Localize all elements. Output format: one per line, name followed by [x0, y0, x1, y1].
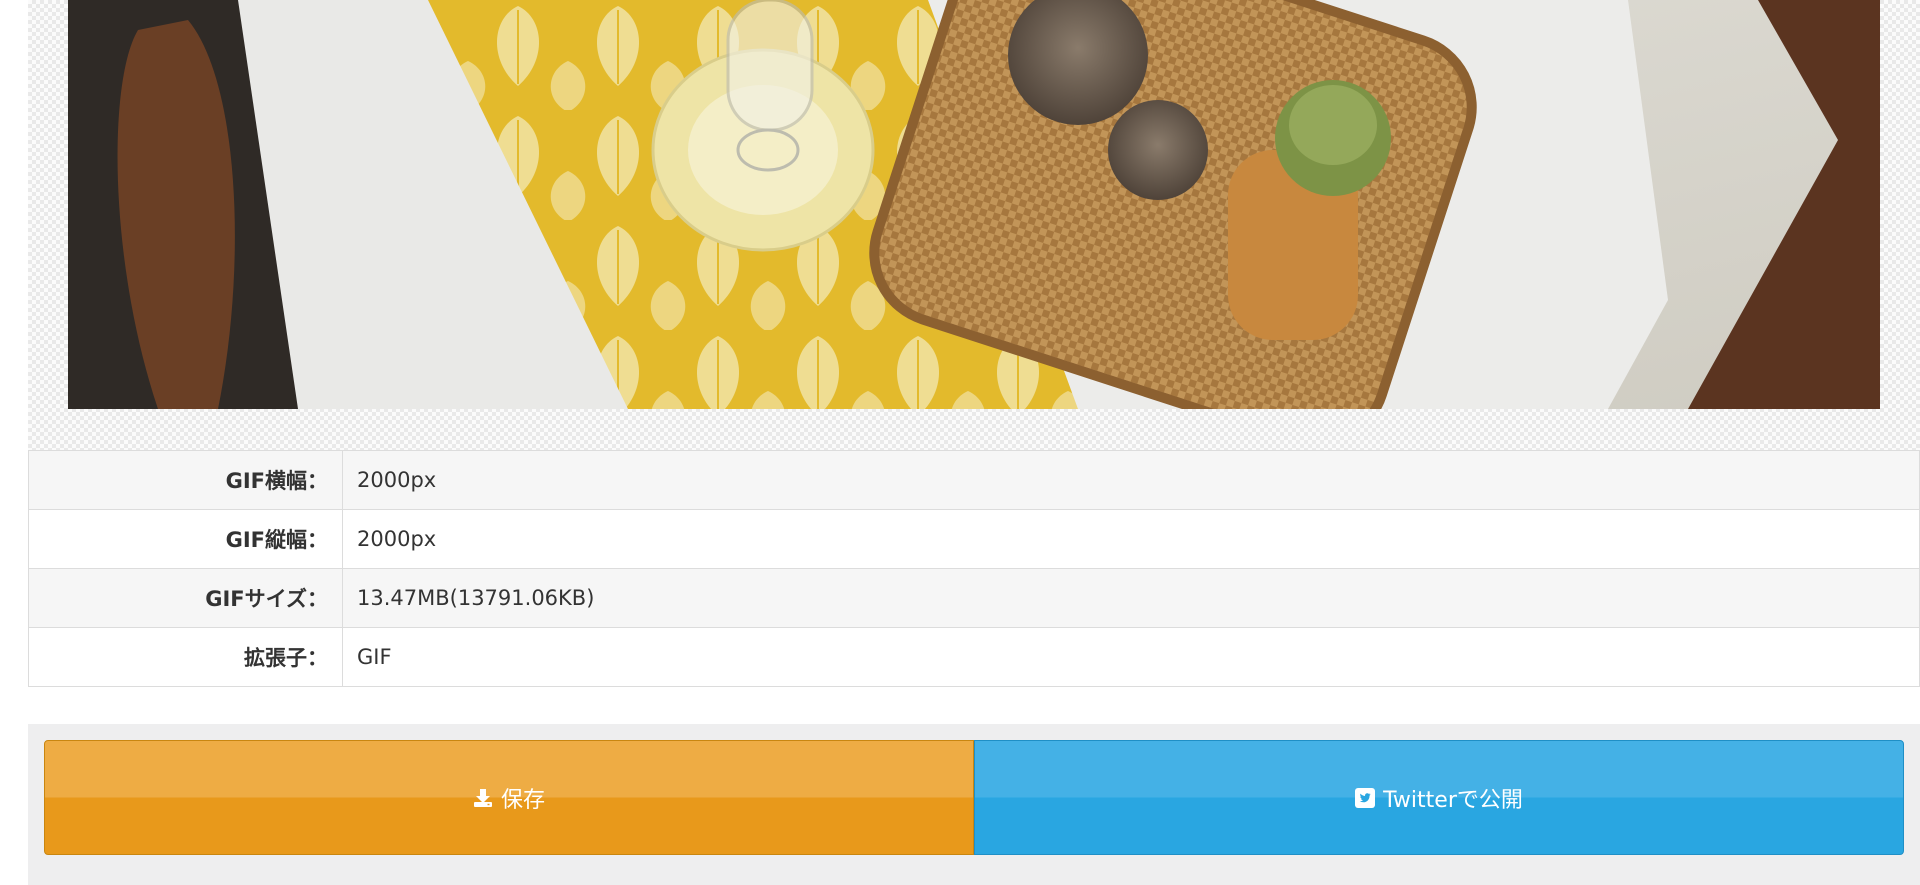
- save-button-label: 保存: [500, 787, 545, 813]
- table-row: GIF横幅： 2000px: [28, 450, 1920, 510]
- action-panel: 保存 Twitterで公開: [28, 724, 1920, 885]
- gif-height-label: GIF縦幅：: [28, 509, 343, 569]
- extension-value: GIF: [342, 627, 1920, 687]
- twitter-button-label: Twitterで公開: [1383, 787, 1523, 813]
- gif-height-value: 2000px: [342, 509, 1920, 569]
- table-row: GIFサイズ： 13.47MB(13791.06KB): [28, 568, 1920, 628]
- gif-info-table: GIF横幅： 2000px GIF縦幅： 2000px GIFサイズ： 13.4…: [28, 450, 1920, 687]
- gif-width-value: 2000px: [342, 450, 1920, 510]
- gif-width-label: GIF横幅：: [28, 450, 343, 510]
- twitter-share-button[interactable]: Twitterで公開: [974, 740, 1904, 855]
- table-row: GIF縦幅： 2000px: [28, 509, 1920, 569]
- twitter-square-icon: [1355, 787, 1376, 808]
- download-icon: [473, 788, 493, 808]
- save-button[interactable]: 保存: [44, 740, 974, 855]
- table-row: 拡張子： GIF: [28, 627, 1920, 687]
- gif-preview-area: [28, 0, 1920, 450]
- gif-size-label: GIFサイズ：: [28, 568, 343, 628]
- gif-preview-image: [68, 0, 1880, 409]
- gif-size-value: 13.47MB(13791.06KB): [342, 568, 1920, 628]
- extension-label: 拡張子：: [28, 627, 343, 687]
